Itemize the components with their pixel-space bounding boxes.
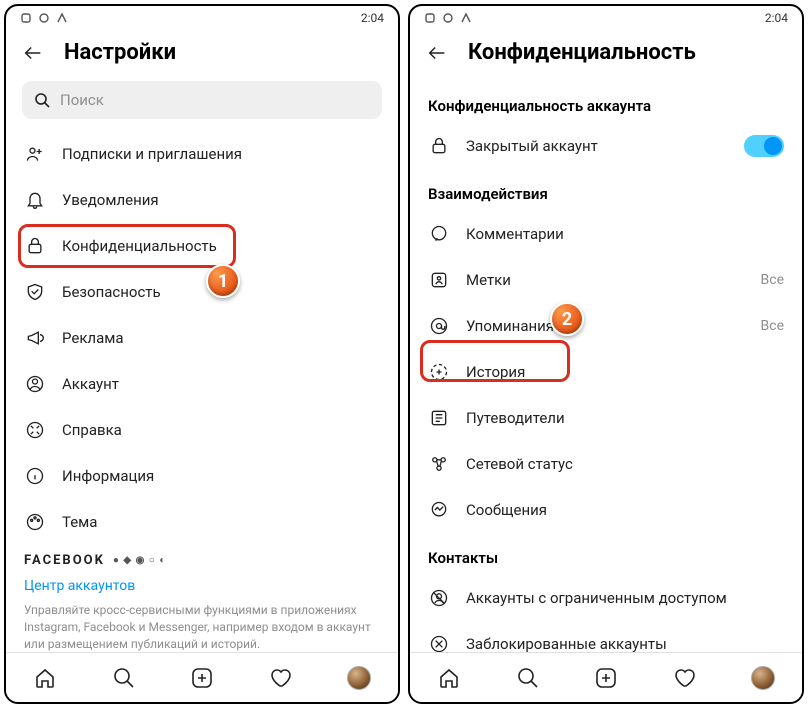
search-icon — [34, 92, 50, 108]
privacy-list: Конфиденциальность аккаунта Закрытый акк… — [410, 81, 802, 652]
status-icon — [442, 12, 454, 24]
status-icon — [56, 12, 68, 24]
back-icon[interactable] — [426, 42, 448, 64]
guides-icon — [428, 407, 450, 429]
bell-icon — [24, 189, 46, 211]
page-title: Конфиденциальность — [468, 40, 696, 65]
phone-settings: 2:04 Настройки Поиск Подписки и приглаше… — [4, 4, 400, 704]
info-icon — [24, 465, 46, 487]
item-help[interactable]: Справка — [6, 407, 398, 453]
nav-activity-icon[interactable] — [268, 666, 292, 690]
user-icon — [24, 373, 46, 395]
item-restricted[interactable]: Аккаунты с ограниченным доступом — [410, 575, 802, 621]
item-tags[interactable]: Метки Все — [410, 257, 802, 303]
item-ads[interactable]: Реклама — [6, 315, 398, 361]
accounts-center-desc: Управляйте кросс-сервисными функциями в … — [6, 598, 398, 652]
item-notifications[interactable]: Уведомления — [6, 177, 398, 223]
item-mentions[interactable]: Упоминания Все — [410, 303, 802, 349]
nav-profile-avatar[interactable] — [751, 666, 775, 690]
search-input[interactable]: Поиск — [22, 81, 382, 119]
section-contacts: Контакты — [410, 533, 802, 575]
status-icon — [20, 12, 32, 24]
status-icon — [460, 12, 472, 24]
nav-new-icon[interactable] — [594, 666, 618, 690]
bottom-nav — [410, 652, 802, 702]
comment-icon — [428, 223, 450, 245]
private-account-toggle-row[interactable]: Закрытый аккаунт — [410, 123, 802, 169]
restricted-icon — [428, 587, 450, 609]
messenger-icon — [428, 499, 450, 521]
lock-icon — [428, 135, 450, 157]
network-icon — [428, 453, 450, 475]
megaphone-icon — [24, 327, 46, 349]
at-icon — [428, 315, 450, 337]
item-security[interactable]: Безопасность — [6, 269, 398, 315]
back-icon[interactable] — [22, 42, 44, 64]
help-icon — [24, 419, 46, 441]
item-blocked[interactable]: Заблокированные аккаунты — [410, 621, 802, 652]
shield-icon — [24, 281, 46, 303]
section-interactions: Взаимодействия — [410, 169, 802, 211]
item-story[interactable]: История — [410, 349, 802, 395]
user-plus-icon — [24, 143, 46, 165]
nav-search-icon[interactable] — [516, 666, 540, 690]
private-toggle[interactable] — [744, 135, 784, 157]
status-icon — [38, 12, 50, 24]
section-account-privacy: Конфиденциальность аккаунта — [410, 81, 802, 123]
header: Конфиденциальность — [410, 30, 802, 81]
nav-home-icon[interactable] — [33, 666, 57, 690]
search-placeholder: Поиск — [60, 91, 104, 109]
nav-profile-avatar[interactable] — [347, 666, 371, 690]
status-icon — [424, 12, 436, 24]
nav-activity-icon[interactable] — [672, 666, 696, 690]
bottom-nav — [6, 652, 398, 702]
nav-new-icon[interactable] — [190, 666, 214, 690]
item-comments[interactable]: Комментарии — [410, 211, 802, 257]
phone-privacy: 2:04 Конфиденциальность Конфиденциальнос… — [408, 4, 804, 704]
blocked-icon — [428, 633, 450, 652]
facebook-brand: FACEBOOK ● ◆ ◉ ○ ◐ — [6, 545, 398, 568]
item-subscriptions[interactable]: Подписки и приглашения — [6, 131, 398, 177]
item-messages[interactable]: Сообщения — [410, 487, 802, 533]
item-theme[interactable]: Тема — [6, 499, 398, 545]
nav-home-icon[interactable] — [437, 666, 461, 690]
nav-search-icon[interactable] — [112, 666, 136, 690]
story-icon — [428, 361, 450, 383]
page-title: Настройки — [64, 40, 176, 65]
status-bar: 2:04 — [410, 6, 802, 30]
status-bar: 2:04 — [6, 6, 398, 30]
settings-list: Подписки и приглашения Уведомления Конфи… — [6, 131, 398, 652]
item-guides[interactable]: Путеводители — [410, 395, 802, 441]
palette-icon — [24, 511, 46, 533]
item-activity-status[interactable]: Сетевой статус — [410, 441, 802, 487]
accounts-center-link[interactable]: Центр аккаунтов — [6, 568, 398, 598]
status-time: 2:04 — [361, 11, 384, 25]
item-info[interactable]: Информация — [6, 453, 398, 499]
item-account[interactable]: Аккаунт — [6, 361, 398, 407]
lock-icon — [24, 235, 46, 257]
status-time: 2:04 — [765, 11, 788, 25]
tag-icon — [428, 269, 450, 291]
item-privacy[interactable]: Конфиденциальность — [6, 223, 398, 269]
header: Настройки — [6, 30, 398, 81]
